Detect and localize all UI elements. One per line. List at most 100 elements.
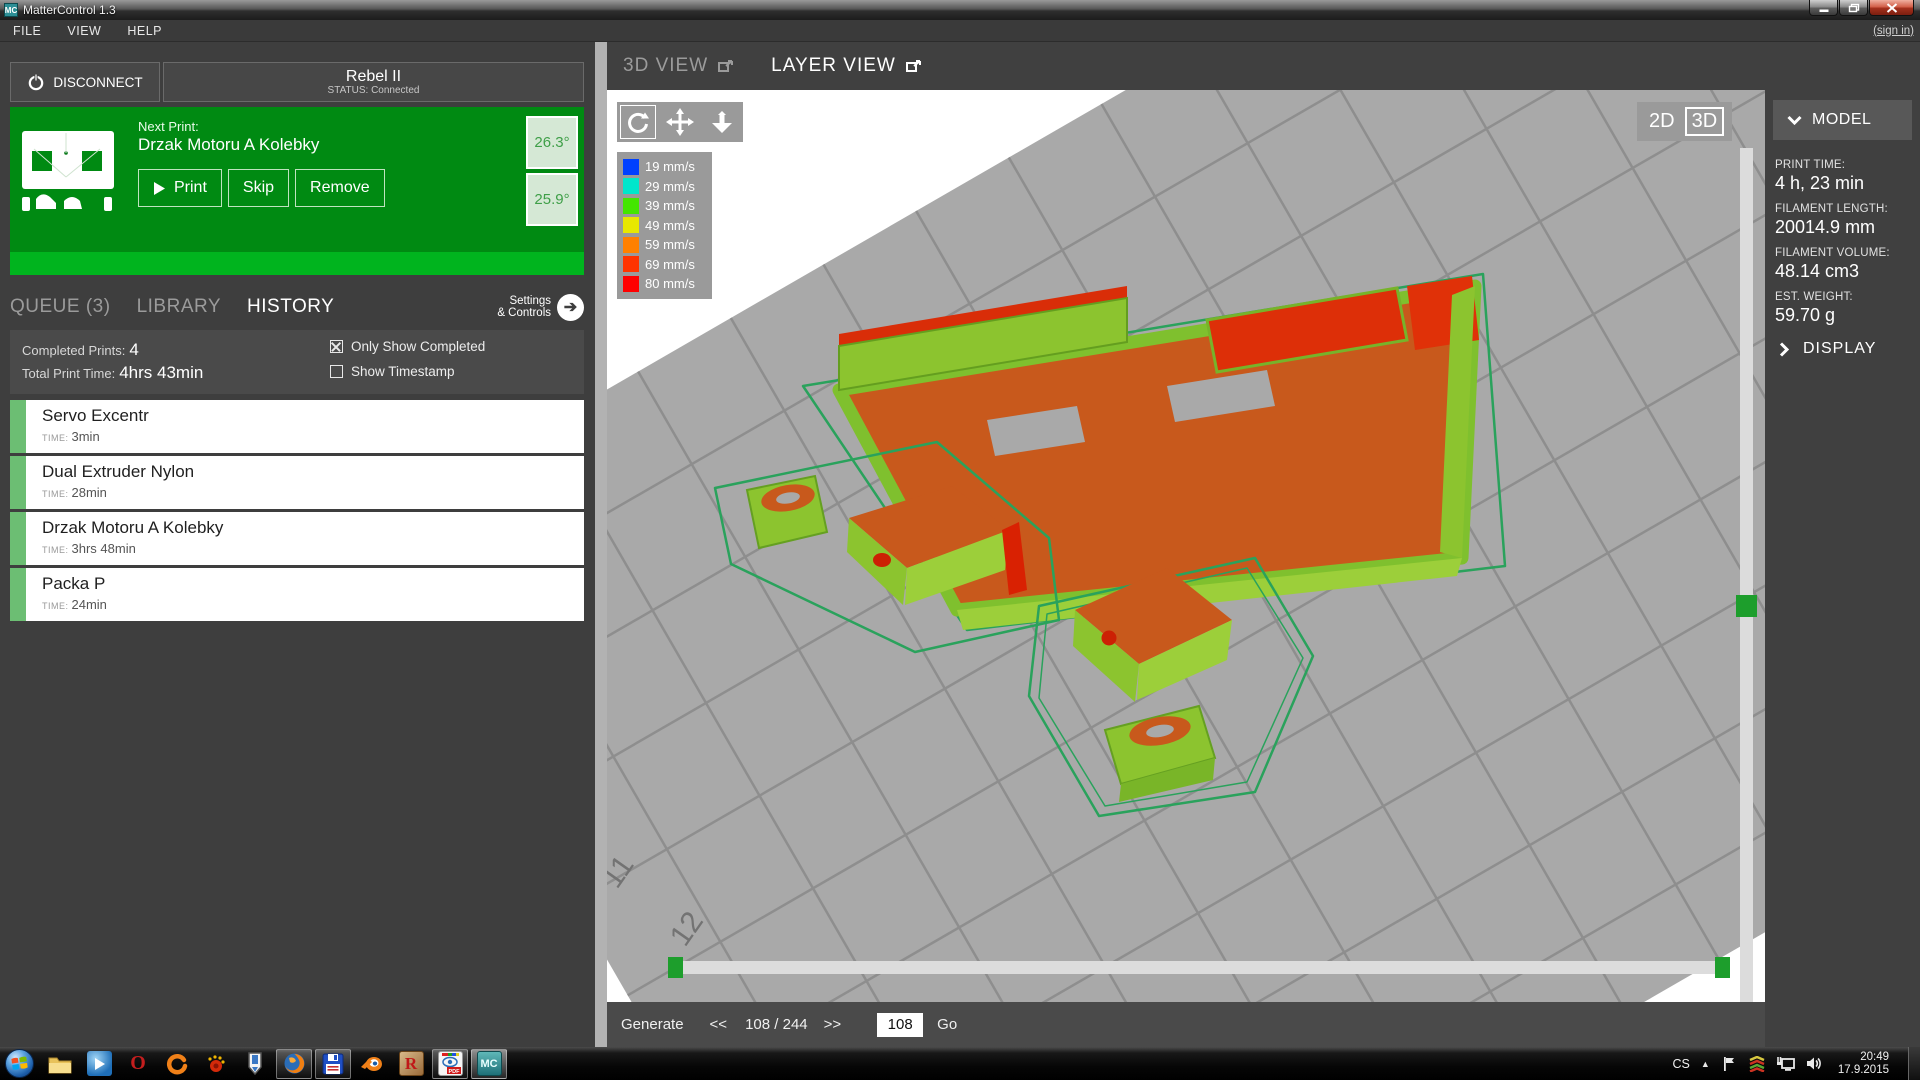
- sliced-model-scene: 11 12: [607, 90, 1765, 1002]
- legend-row: 49 mm/s: [623, 216, 706, 236]
- history-item[interactable]: Drzak Motoru A Kolebky TIME:3hrs 48min: [10, 512, 584, 565]
- zoom-view-button[interactable]: [704, 105, 740, 139]
- show-hidden-icons[interactable]: ▲: [1701, 1059, 1710, 1069]
- taskbar-clock[interactable]: 20:49 17.9.2015: [1838, 1051, 1889, 1077]
- tab-library[interactable]: LIBRARY: [137, 296, 221, 318]
- history-item[interactable]: Servo Excentr TIME:3min: [10, 400, 584, 453]
- est-weight-value: 59.70 g: [1775, 305, 1915, 326]
- chevron-down-icon: [1787, 115, 1802, 125]
- layered-chevrons-icon[interactable]: [1748, 1056, 1766, 1072]
- window-title: MatterControl 1.3: [23, 3, 116, 17]
- only-show-completed-checkbox[interactable]: Only Show Completed: [330, 339, 485, 354]
- disconnect-button[interactable]: DISCONNECT: [10, 62, 160, 102]
- taskbar-pdf-creator[interactable]: PDF: [432, 1049, 468, 1079]
- 2d-button[interactable]: 2D: [1645, 109, 1679, 134]
- maximize-button[interactable]: [1839, 0, 1868, 16]
- popout-icon[interactable]: [906, 59, 923, 73]
- next-print-name: Drzak Motoru A Kolebky: [138, 135, 319, 155]
- language-indicator[interactable]: CS: [1673, 1057, 1690, 1071]
- settings-controls-link[interactable]: Settings & Controls ➔: [497, 294, 584, 321]
- close-button[interactable]: [1869, 0, 1914, 16]
- layer-slider-handle[interactable]: [1736, 595, 1757, 617]
- taskbar-mattercontrol[interactable]: MC: [471, 1049, 507, 1079]
- taskbar-opera[interactable]: O: [120, 1049, 156, 1079]
- menu-help[interactable]: HELP: [114, 24, 175, 38]
- legend-row: 39 mm/s: [623, 196, 706, 216]
- taskbar-explorer[interactable]: [42, 1049, 78, 1079]
- previous-layer-button[interactable]: <<: [710, 1016, 728, 1033]
- firefox-icon: [282, 1051, 307, 1076]
- title-bar[interactable]: MC MatterControl 1.3: [0, 0, 1920, 20]
- popout-icon[interactable]: [718, 59, 735, 73]
- view-tabs: 3D VIEW LAYER VIEW: [607, 42, 1765, 90]
- tab-3d-view[interactable]: 3D VIEW: [623, 55, 708, 77]
- disconnect-label: DISCONNECT: [53, 75, 142, 90]
- speaker-icon[interactable]: [1806, 1056, 1823, 1071]
- play-icon: [153, 181, 166, 196]
- checkbox-icon[interactable]: [330, 365, 343, 378]
- tab-history[interactable]: HISTORY: [247, 296, 334, 318]
- move-icon: [666, 108, 694, 136]
- completed-prints: Completed Prints:4: [22, 340, 139, 360]
- taskbar-r-block[interactable]: R: [393, 1049, 429, 1079]
- model-section-header[interactable]: MODEL: [1773, 100, 1912, 140]
- history-stats-panel: Completed Prints:4 Total Print Time:4hrs…: [10, 330, 584, 394]
- checkbox-icon[interactable]: [330, 340, 343, 353]
- go-button[interactable]: Go: [937, 1016, 957, 1033]
- minimize-button[interactable]: [1809, 0, 1838, 16]
- show-desktop-button[interactable]: [1908, 1047, 1920, 1080]
- rotate-view-button[interactable]: [620, 105, 656, 139]
- next-layer-button[interactable]: >>: [824, 1016, 842, 1033]
- history-item[interactable]: Dual Extruder Nylon TIME:28min: [10, 456, 584, 509]
- next-print-label: Next Print:: [138, 119, 199, 134]
- menu-view[interactable]: VIEW: [54, 24, 114, 38]
- est-weight-label: EST. WEIGHT:: [1775, 291, 1915, 303]
- network-icon[interactable]: [1777, 1056, 1795, 1072]
- show-timestamp-checkbox[interactable]: Show Timestamp: [330, 364, 455, 379]
- legend-swatch: [623, 276, 639, 292]
- tab-layer-view[interactable]: LAYER VIEW: [771, 55, 896, 77]
- menu-file[interactable]: FILE: [0, 24, 54, 38]
- display-section-header[interactable]: DISPLAY: [1779, 340, 1876, 358]
- sign-in-link[interactable]: (sign in): [1873, 25, 1914, 37]
- arrow-right-icon: ➔: [557, 294, 584, 321]
- pan-view-button[interactable]: [662, 105, 698, 139]
- remove-button[interactable]: Remove: [295, 169, 385, 207]
- print-button[interactable]: Print: [138, 169, 222, 207]
- skip-button[interactable]: Skip: [228, 169, 289, 207]
- media-player-icon: [87, 1051, 112, 1076]
- slider-handle-left[interactable]: [668, 957, 683, 978]
- action-center-flag-icon[interactable]: [1721, 1056, 1737, 1072]
- generate-button[interactable]: Generate: [621, 1016, 684, 1033]
- tab-queue[interactable]: QUEUE (3): [10, 296, 111, 318]
- extruder-temperature[interactable]: 26.3°: [526, 116, 578, 169]
- mattercontrol-icon: MC: [477, 1051, 502, 1076]
- layer-view-3d-viewport[interactable]: 11 12: [607, 90, 1765, 1002]
- start-button[interactable]: [5, 1049, 34, 1078]
- pdf-creator-icon: PDF: [438, 1051, 463, 1076]
- taskbar-blender[interactable]: [354, 1049, 390, 1079]
- explorer-icon: [48, 1051, 73, 1076]
- taskbar-pen-tool[interactable]: [237, 1049, 273, 1079]
- taskbar-media-player[interactable]: [81, 1049, 117, 1079]
- printer-status-box[interactable]: Rebel II STATUS: Connected: [163, 62, 584, 102]
- taskbar-floppy-save-app[interactable]: [315, 1049, 351, 1079]
- taskbar-orange-swirl-app[interactable]: [159, 1049, 195, 1079]
- bed-temperature[interactable]: 25.9°: [526, 173, 578, 226]
- 3d-button[interactable]: 3D: [1685, 107, 1725, 136]
- slider-handle-right[interactable]: [1715, 957, 1730, 978]
- history-item[interactable]: Packa P TIME:24min: [10, 568, 584, 621]
- legend-row: 69 mm/s: [623, 255, 706, 275]
- taskbar-image-viewer[interactable]: [198, 1049, 234, 1079]
- filament-length-value: 20014.9 mm: [1775, 217, 1915, 238]
- next-print-thumbnail: [20, 121, 120, 221]
- layer-slider-horizontal[interactable]: [676, 961, 1722, 974]
- connection-progress-bar: [10, 252, 584, 275]
- legend-swatch: [623, 256, 639, 272]
- layer-slider-vertical[interactable]: [1740, 148, 1753, 1002]
- taskbar-firefox[interactable]: [276, 1049, 312, 1079]
- layer-counter: 108 / 244: [745, 1016, 808, 1033]
- panel-splitter[interactable]: [595, 42, 607, 1047]
- windows-flag-icon: [6, 1050, 33, 1077]
- layer-number-input[interactable]: [877, 1013, 923, 1037]
